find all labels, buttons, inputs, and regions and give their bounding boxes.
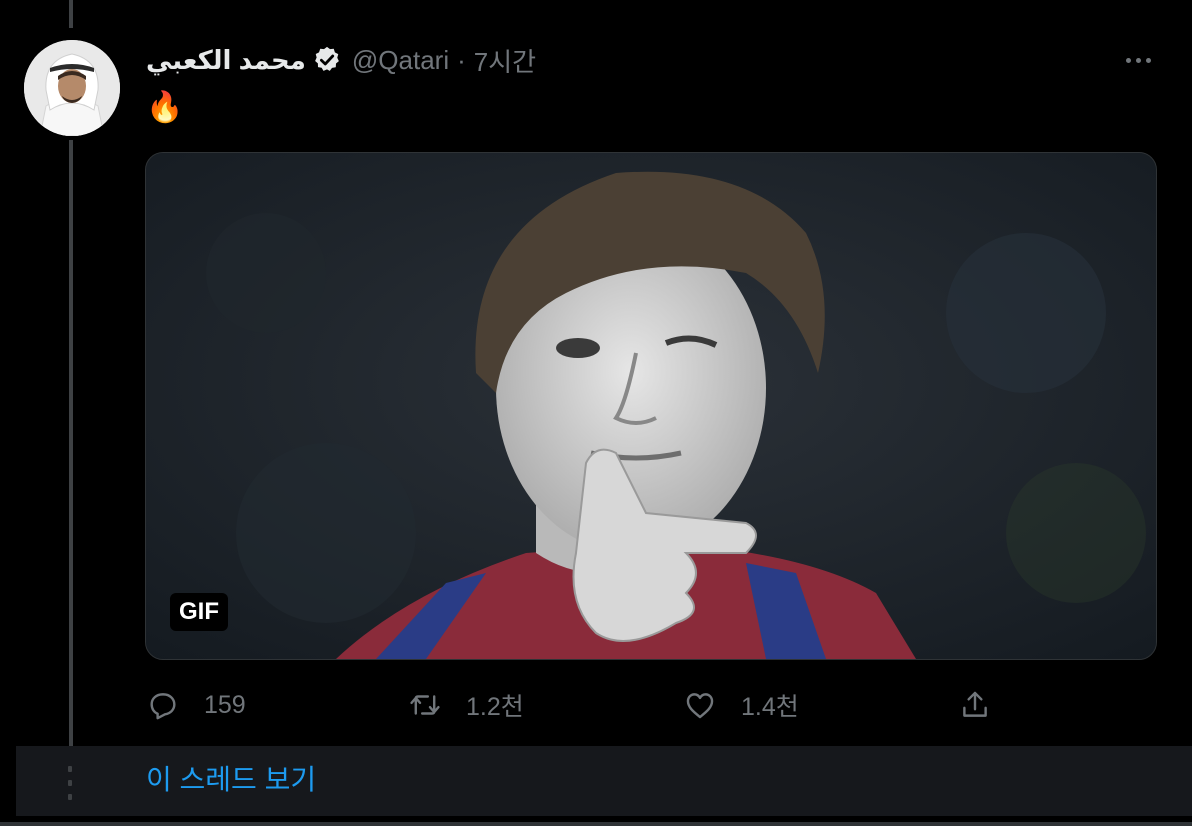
tweet-header: محمد الكعبي @Qatari · 7시간 xyxy=(146,40,536,80)
retweet-count: 1.2천 xyxy=(466,693,524,721)
reply-button[interactable]: 159 xyxy=(146,680,246,730)
author-display-name[interactable]: محمد الكعبي xyxy=(146,45,306,76)
reply-count: 159 xyxy=(204,690,246,719)
avatar[interactable] xyxy=(24,40,120,136)
tweet-text: 🔥 xyxy=(146,91,184,124)
retweet-button[interactable]: 1.2천 xyxy=(408,680,524,730)
like-count: 1.4천 xyxy=(741,693,799,721)
avatar-image xyxy=(24,40,120,136)
gif-image xyxy=(146,153,1156,659)
gif-media[interactable]: GIF xyxy=(145,152,1157,660)
show-thread-bar[interactable]: 이 스레드 보기 xyxy=(16,746,1192,816)
reply-icon xyxy=(150,693,176,720)
thread-connector-top xyxy=(69,0,73,28)
author-handle[interactable]: @Qatari xyxy=(352,45,449,76)
share-icon xyxy=(963,691,987,717)
show-thread-link[interactable]: 이 스레드 보기 xyxy=(146,762,316,798)
tweet-card[interactable]: محمد الكعبي @Qatari · 7시간 🔥 GIF 159 1.2천… xyxy=(0,0,1192,746)
more-icon[interactable] xyxy=(1120,48,1156,72)
tweet-timestamp[interactable]: 7시간 xyxy=(474,42,536,79)
thread-connector xyxy=(69,140,73,746)
gif-badge: GIF xyxy=(170,593,228,631)
thread-dots-icon xyxy=(68,766,72,800)
tweet-actions: 159 1.2천 1.4천 xyxy=(0,680,1192,730)
bottom-divider xyxy=(0,816,1192,826)
share-button[interactable] xyxy=(958,680,992,730)
retweet-icon xyxy=(410,695,440,715)
like-button[interactable]: 1.4천 xyxy=(683,680,799,730)
verified-badge-icon xyxy=(312,45,342,75)
separator-dot: · xyxy=(457,44,466,75)
like-icon xyxy=(686,693,714,719)
